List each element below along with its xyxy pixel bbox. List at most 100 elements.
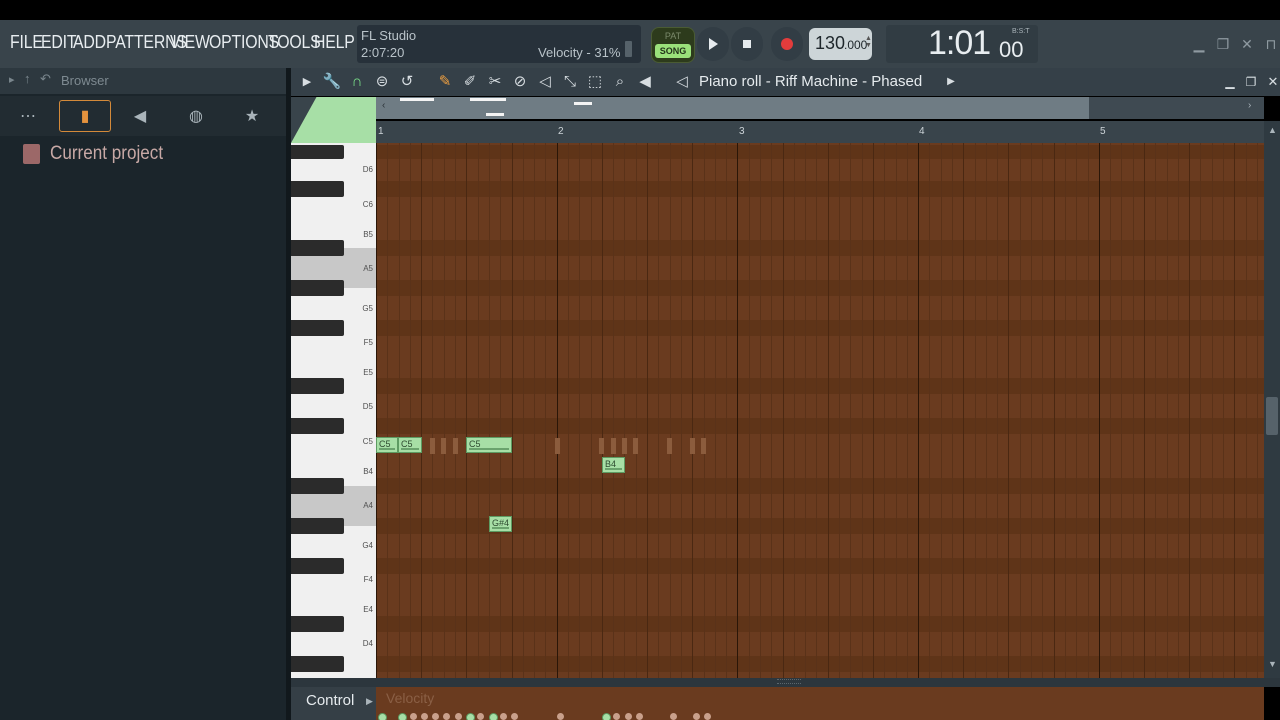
velocity-dot[interactable] (557, 713, 564, 720)
black-key[interactable] (291, 518, 344, 534)
black-key[interactable] (291, 320, 344, 336)
magnet-icon[interactable]: ∩ (347, 73, 367, 91)
project-files-icon[interactable]: ▮ (59, 100, 111, 132)
speaker-mute-icon[interactable]: ◁ (672, 73, 692, 91)
browser-back-icon[interactable]: ↶ (40, 71, 51, 87)
black-key[interactable] (291, 240, 344, 256)
overview-scrollbar[interactable]: ‹ (376, 97, 1089, 119)
brush-icon[interactable]: ✐ (460, 73, 480, 91)
velocity-dot[interactable] (443, 713, 450, 720)
note-c5[interactable]: C5 (376, 437, 398, 453)
slice-icon[interactable]: ⤡ (560, 73, 580, 91)
pencil-icon[interactable]: ✎ (435, 73, 455, 91)
grid-line (794, 143, 795, 678)
piano-keyboard[interactable]: D6 C6 B5 A5 G5 F5 E5 D5 C5 B4 A4 G4 F4 E… (291, 143, 376, 678)
wrench-icon[interactable]: 🔧 (322, 73, 342, 91)
playback-icon[interactable]: ◀ (635, 73, 655, 91)
browser-item-current-project[interactable]: Current project (21, 143, 281, 165)
control-arrow-icon[interactable]: ▶ (366, 696, 373, 707)
black-key[interactable] (291, 418, 344, 434)
browser-up-icon[interactable]: ↑ (24, 71, 31, 86)
menu-view[interactable]: VIEW (170, 32, 210, 53)
globe-icon[interactable]: ◍ (171, 100, 221, 132)
record-button[interactable] (771, 27, 803, 61)
velocity-dot[interactable] (477, 713, 484, 720)
velocity-dot[interactable] (398, 713, 407, 720)
pr-minimize-icon[interactable]: ▁ (1220, 73, 1240, 91)
close-icon[interactable]: ✕ (1236, 30, 1258, 58)
minimize-icon[interactable]: ▁ (1188, 30, 1210, 58)
note-grid[interactable]: C5 C5 C5 B4 G#4 (376, 143, 1264, 678)
black-key[interactable] (291, 280, 344, 296)
select-icon[interactable]: ⬚ (585, 73, 605, 91)
loop-icon[interactable]: ↺ (397, 73, 417, 91)
menu-help[interactable]: HELP (314, 32, 355, 53)
scroll-down-icon[interactable]: ▼ (1268, 659, 1277, 669)
step-icon[interactable]: ⊜ (372, 73, 392, 91)
menu-edit[interactable]: EDIT (41, 32, 77, 53)
browser-collapse-icon[interactable]: ▸ (9, 73, 15, 86)
black-key[interactable] (291, 145, 344, 159)
tempo-display[interactable]: 130 .000 ▲ ▼ (809, 28, 872, 60)
black-key[interactable] (291, 558, 344, 574)
timeline-ruler[interactable]: 1 2 3 4 5 (376, 121, 1264, 143)
scroll-right-icon[interactable]: › (1248, 100, 1251, 111)
scroll-up-icon[interactable]: ▲ (1268, 125, 1277, 135)
velocity-dot[interactable] (613, 713, 620, 720)
waveform-icon[interactable]: ⋯ (3, 100, 53, 132)
black-key[interactable] (291, 181, 344, 197)
menu-file[interactable]: FILE (10, 32, 43, 53)
pat-song-switch[interactable]: PAT SONG (651, 27, 695, 63)
lane-divider[interactable] (291, 678, 1280, 687)
slip-icon[interactable]: ◁ (535, 73, 555, 91)
options-arrow-icon[interactable]: ▶ (297, 73, 317, 91)
song-position-display[interactable]: 1:01 00 B:S:T (886, 24, 1038, 63)
note-c5[interactable]: C5 (466, 437, 512, 453)
black-key[interactable] (291, 478, 344, 494)
pr-close-icon[interactable]: ✕ (1263, 73, 1280, 91)
velocity-dot[interactable] (704, 713, 711, 720)
speaker-icon[interactable]: ◀ (115, 100, 165, 132)
star-icon[interactable]: ★ (227, 100, 277, 132)
note-c5[interactable]: C5 (398, 437, 422, 453)
resize-grip-icon[interactable] (777, 679, 801, 684)
scroll-left-icon[interactable]: ‹ (382, 100, 385, 111)
black-key[interactable] (291, 378, 344, 394)
restore-icon[interactable]: ❐ (1212, 30, 1234, 58)
velocity-dot[interactable] (500, 713, 507, 720)
extra-icon[interactable]: ⊓ (1262, 30, 1280, 58)
velocity-lane[interactable]: Velocity (376, 687, 1264, 720)
velocity-dot[interactable] (670, 713, 677, 720)
note-g-sharp-4[interactable]: G#4 (489, 516, 512, 532)
velocity-dot[interactable] (378, 713, 387, 720)
velocity-dot[interactable] (602, 713, 611, 720)
velocity-dot[interactable] (466, 713, 475, 720)
play-button[interactable] (697, 27, 729, 61)
velocity-dot[interactable] (455, 713, 462, 720)
velocity-dot[interactable] (489, 713, 498, 720)
note-b4[interactable]: B4 (602, 457, 625, 473)
menu-add[interactable]: ADD (73, 32, 106, 53)
vertical-scrollbar[interactable]: ▲ ▼ (1264, 121, 1280, 678)
mute-tool-icon[interactable]: ⊘ (510, 73, 530, 91)
song-label[interactable]: SONG (652, 46, 694, 56)
black-key[interactable] (291, 616, 344, 632)
velocity-dot[interactable] (421, 713, 428, 720)
pr-restore-icon[interactable]: ❐ (1241, 73, 1261, 91)
control-label[interactable]: Control (306, 692, 354, 709)
event-control-header[interactable]: Control ▶ (291, 687, 376, 720)
overview-scrollbar-track[interactable]: › (1089, 97, 1264, 119)
stop-button[interactable] (731, 27, 763, 61)
velocity-dot[interactable] (693, 713, 700, 720)
delete-tool-icon[interactable]: ✂ (485, 73, 505, 91)
menu-tools[interactable]: TOOLS (268, 32, 321, 53)
pat-label[interactable]: PAT (652, 31, 694, 41)
velocity-dot[interactable] (410, 713, 417, 720)
velocity-dot[interactable] (636, 713, 643, 720)
black-key[interactable] (291, 656, 344, 672)
velocity-dot[interactable] (432, 713, 439, 720)
velocity-dot[interactable] (625, 713, 632, 720)
velocity-dot[interactable] (511, 713, 518, 720)
scroll-thumb[interactable] (1266, 397, 1278, 435)
zoom-icon[interactable]: ⌕ (610, 73, 630, 91)
